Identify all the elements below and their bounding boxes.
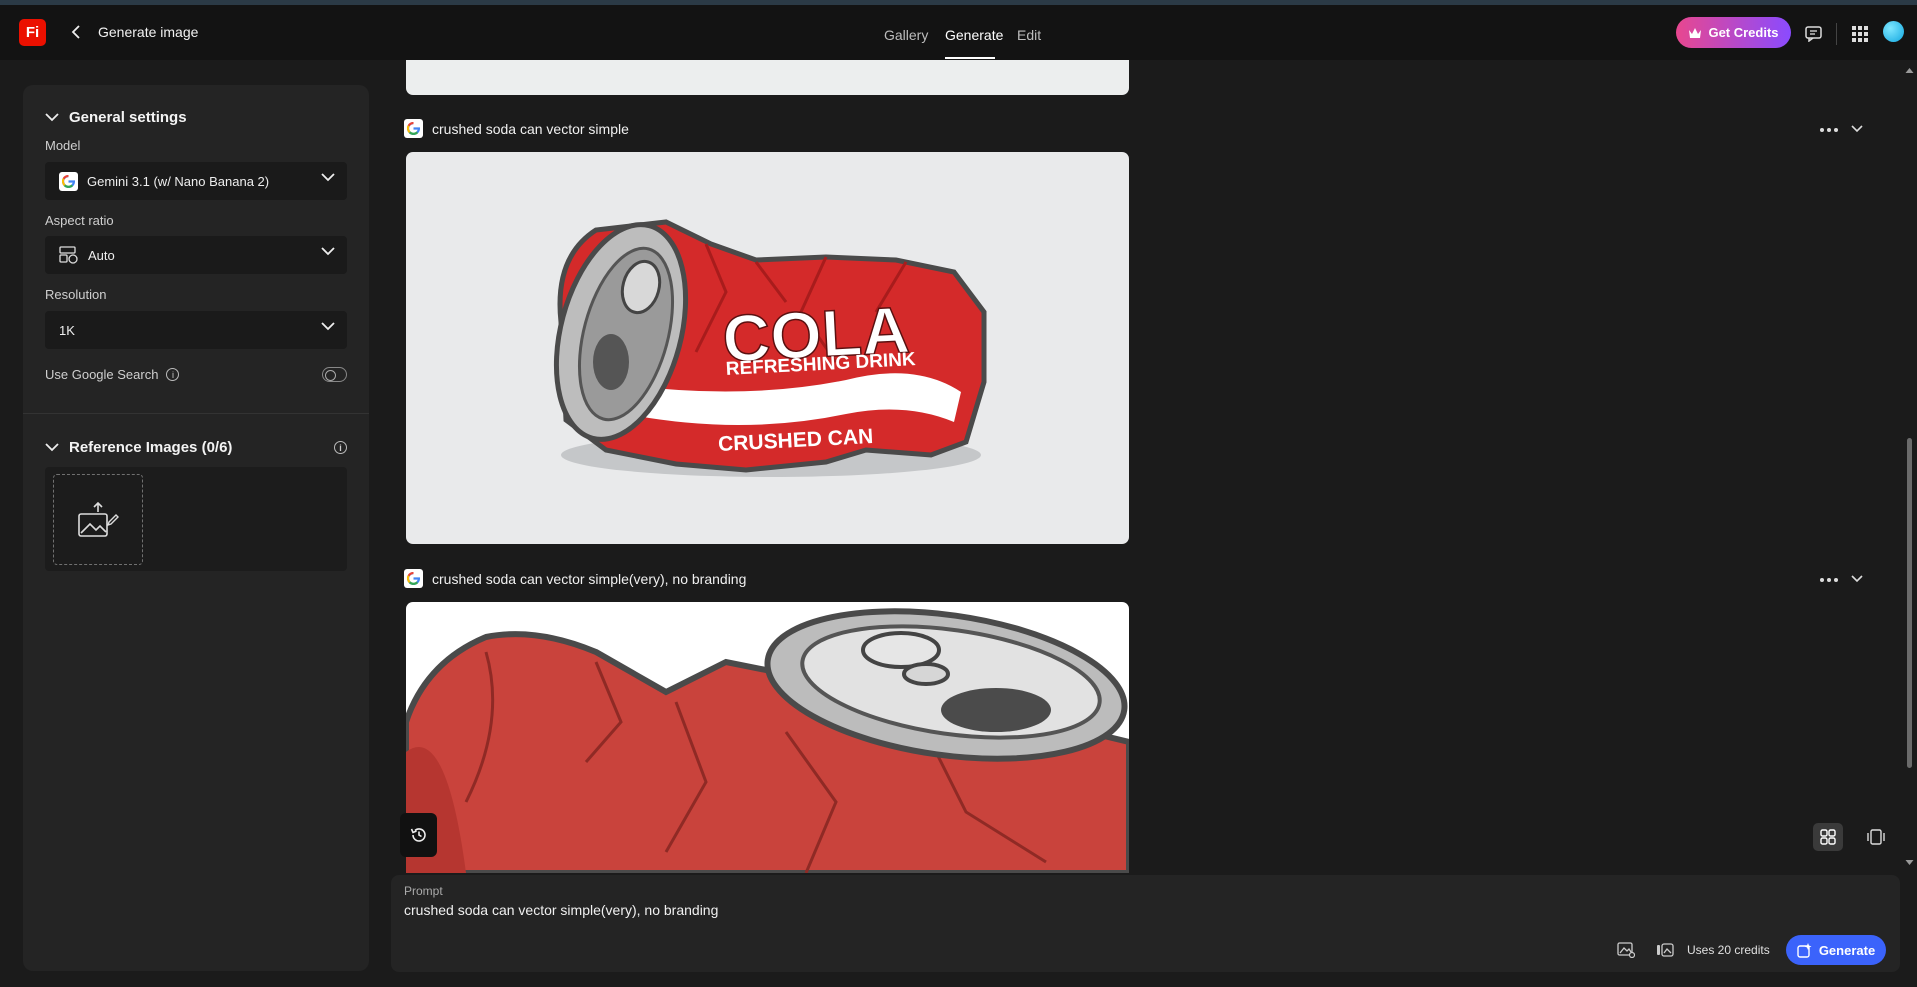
scroll-up-arrow-icon[interactable] [1905,66,1914,75]
previous-image-card[interactable] [406,60,1129,95]
chevron-down-icon[interactable] [1851,125,1863,133]
chevron-down-icon [45,443,59,452]
generate-label: Generate [1818,942,1876,958]
page-title: Generate image [98,24,199,40]
aspect-ratio-value: Auto [88,247,115,263]
model-dropdown[interactable]: Gemini 3.1 (w/ Nano Banana 2) [45,162,347,200]
aspect-ratio-icon [59,246,78,264]
more-options-icon[interactable] [1818,125,1840,135]
grid-view-icon [1820,829,1836,845]
tab-edit[interactable]: Edit [1017,27,1041,43]
generated-image-plain-can[interactable] [406,602,1129,873]
model-label: Model [45,138,81,153]
general-settings-title: General settings [69,109,187,126]
sidebar-divider [23,413,369,414]
chevron-down-icon [321,173,335,182]
upload-reference-button[interactable] [53,474,143,565]
generated-image-cola[interactable]: COLA REFRESHING DRINK 12 FL OZ (355ml) C… [406,152,1129,544]
resolution-dropdown[interactable]: 1K [45,311,347,349]
toolbar-divider [1836,23,1837,45]
back-chevron-icon[interactable] [66,21,86,43]
prompt-label: Prompt [404,884,443,898]
top-bar: Fi Generate image Gallery Generate Edit … [0,5,1917,60]
google-search-label: Use Google Search [45,367,159,382]
scrollbar-thumb[interactable] [1907,438,1912,768]
prompt-input[interactable]: crushed soda can vector simple(very), no… [404,902,718,918]
chevron-down-icon [45,113,59,122]
more-options-icon[interactable] [1818,575,1840,585]
resolution-label: Resolution [45,287,107,302]
generation-prompt: crushed soda can vector simple(very), no… [432,570,747,587]
single-view-button[interactable] [1861,823,1891,851]
chevron-down-icon [321,322,335,331]
google-icon [404,569,423,588]
generate-sparkle-icon [1797,942,1812,958]
history-icon [410,828,426,842]
carousel-view-icon [1867,829,1885,845]
get-credits-button[interactable]: Get Credits [1676,17,1791,48]
google-search-row: Use Google Search i [45,367,180,382]
general-settings-header[interactable]: General settings [45,109,187,126]
active-tab-indicator [945,57,995,59]
aspect-ratio-label: Aspect ratio [45,213,114,228]
app-logo[interactable]: Fi [19,19,46,46]
apps-grid-icon[interactable] [1851,25,1869,43]
scroll-down-arrow-icon[interactable] [1905,858,1914,867]
chevron-down-icon [321,247,335,256]
reference-images-title: Reference Images (0/6) [69,439,233,456]
google-icon [404,119,423,138]
avatar[interactable] [1883,21,1904,42]
resolution-value: 1K [59,322,75,338]
chevron-down-icon[interactable] [1851,575,1863,583]
credit-cost-label: Uses 20 credits [1687,943,1770,957]
aspect-ratio-dropdown[interactable]: Auto [45,236,347,274]
google-search-toggle[interactable] [322,367,347,382]
info-icon[interactable]: i [334,441,347,454]
get-credits-label: Get Credits [1708,25,1779,40]
history-button[interactable] [400,813,437,857]
model-value: Gemini 3.1 (w/ Nano Banana 2) [87,173,270,189]
google-icon [59,171,78,191]
generation-header: crushed soda can vector simple(very), no… [404,569,746,588]
generation-prompt: crushed soda can vector simple [432,120,629,137]
crown-icon [1689,27,1702,38]
generate-button[interactable]: Generate [1786,935,1886,965]
image-upload-icon [78,501,119,537]
reference-images-header[interactable]: Reference Images (0/6) i [45,439,347,456]
style-reference-icon[interactable] [1656,942,1674,958]
comment-icon[interactable] [1804,25,1822,43]
info-icon[interactable]: i [166,368,180,381]
tab-gallery[interactable]: Gallery [884,27,928,43]
image-settings-icon[interactable] [1617,942,1635,958]
grid-view-button[interactable] [1813,823,1843,851]
generation-header: crushed soda can vector simple [404,119,629,138]
tab-generate[interactable]: Generate [945,27,1003,43]
